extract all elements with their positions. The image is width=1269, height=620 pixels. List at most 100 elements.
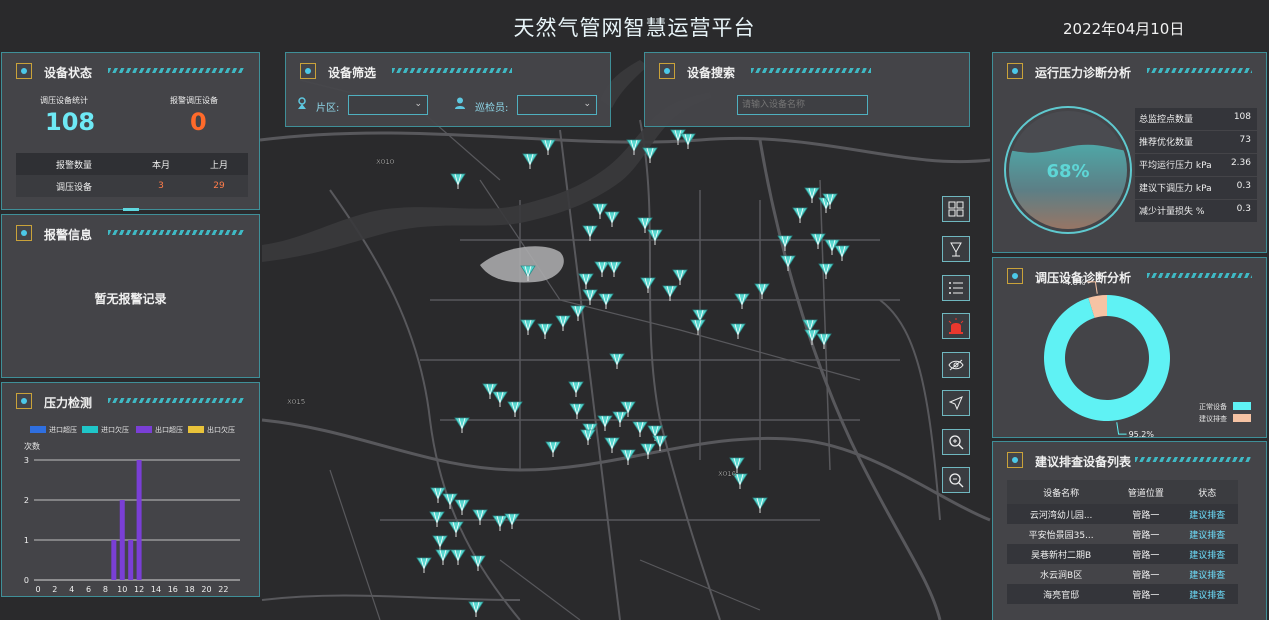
stat-label: 总监控点数量 bbox=[1139, 115, 1194, 125]
x-tick-label: 2 bbox=[52, 585, 57, 594]
panel-bullet-icon bbox=[659, 63, 675, 79]
alarm-device-label: 报警调压设备 bbox=[170, 96, 218, 105]
table-header: 报警数量 bbox=[55, 160, 92, 171]
inspector-select[interactable]: ⌄ bbox=[517, 95, 597, 115]
stat-value: 2.36 bbox=[1230, 158, 1251, 168]
map-road-label: X015 bbox=[287, 398, 305, 406]
pressure-bar bbox=[119, 500, 125, 580]
regulator-diagnosis-panel: 调压设备诊断分析 4.8% 95.2% 正常设备 建议排查 bbox=[992, 257, 1267, 439]
table-header: 上月 bbox=[209, 160, 228, 171]
y-tick-label: 1 bbox=[24, 536, 29, 545]
donut-slice-label: 95.2% bbox=[1129, 430, 1155, 439]
zoom-out-icon bbox=[949, 473, 964, 488]
pipe-location: 管路一 bbox=[1115, 584, 1177, 604]
stripe-decoration bbox=[1147, 68, 1252, 73]
liquid-fill-gauge: 68% bbox=[1004, 106, 1132, 234]
panel-title: 设备状态 bbox=[44, 66, 93, 80]
date-display: 2022年04月10日 bbox=[1063, 20, 1185, 38]
donut-slice bbox=[1044, 295, 1170, 421]
area-select[interactable]: ⌄ bbox=[348, 95, 428, 115]
pipe-location: 管路一 bbox=[1115, 504, 1177, 524]
person-icon bbox=[455, 97, 465, 109]
device-search-input[interactable] bbox=[737, 95, 868, 115]
pressure-diagnosis-panel: 运行压力诊断分析 68% 总监控点数量 108 推荐优化数量 73 平均运行压力 k… bbox=[992, 52, 1267, 253]
donut-slice-label: 4.8% bbox=[1065, 278, 1086, 287]
panel-title: 设备筛选 bbox=[328, 66, 377, 80]
suggested-device-table: 设备名称 管道位置 状态 云河湾幼儿园... 管路一 建议排查 平安怡景园35.… bbox=[1007, 480, 1238, 604]
table-row[interactable]: 平安怡景园35... 管路一 建议排查 bbox=[1007, 524, 1238, 544]
stripe-decoration bbox=[1135, 457, 1252, 462]
y-tick-label: 2 bbox=[24, 496, 29, 505]
map-road-label: X010 bbox=[376, 158, 394, 166]
stripe-decoration bbox=[108, 68, 245, 73]
status-link[interactable]: 建议排查 bbox=[1176, 504, 1238, 524]
panel-header: 设备搜索 bbox=[659, 63, 955, 81]
x-tick-label: 22 bbox=[218, 585, 228, 594]
legend-label: 建议排查 bbox=[1199, 415, 1227, 423]
layers-icon bbox=[948, 201, 964, 217]
donut-leader-line bbox=[1116, 422, 1127, 435]
x-tick-label: 16 bbox=[168, 585, 178, 594]
x-tick-label: 0 bbox=[35, 585, 40, 594]
alarm-count-table: 报警数量 本月 上月 调压设备 3 29 bbox=[16, 153, 248, 197]
regulator-count-label: 调压设备统计 bbox=[40, 96, 88, 105]
device-filter-panel: 设备筛选 片区: ⌄ 巡检员: ⌄ bbox=[285, 52, 611, 127]
pressure-panel: 压力检测 进口超压 进口欠压 出口超压 出口欠压 次数 0 1 2 3 0 2 4 6 8 10 1… bbox=[1, 382, 260, 597]
stat-row: 减少计量损失 % 0.3 bbox=[1135, 200, 1257, 222]
table-row[interactable]: 海亮官邸 管路一 建议排查 bbox=[1007, 584, 1238, 604]
panel-title: 报警信息 bbox=[44, 228, 93, 242]
locate-button[interactable] bbox=[942, 390, 970, 416]
table-header: 管道位置 bbox=[1115, 480, 1177, 504]
panel-title: 建议排查设备列表 bbox=[1035, 455, 1132, 469]
empty-alarm-text: 暂无报警记录 bbox=[94, 292, 167, 306]
device-name: 海亮官邸 bbox=[1007, 584, 1116, 604]
status-link[interactable]: 建议排查 bbox=[1176, 544, 1238, 564]
pipe-location: 管路一 bbox=[1132, 570, 1160, 581]
zoom-in-button[interactable] bbox=[942, 429, 970, 455]
visibility-button[interactable] bbox=[942, 352, 970, 378]
stat-value: 0.3 bbox=[1236, 204, 1251, 214]
table-row[interactable]: 昊巷新村二期B 管路一 建议排查 bbox=[1007, 544, 1238, 564]
chevron-down-icon: ⌄ bbox=[583, 99, 591, 109]
status-link[interactable]: 建议排查 bbox=[1177, 564, 1238, 584]
stat-label: 建议下调压力 kPa bbox=[1139, 184, 1212, 194]
legend-label: 正常设备 bbox=[1199, 403, 1227, 411]
pipe-location: 管路一 bbox=[1115, 544, 1177, 564]
panel-header: 报警信息 bbox=[16, 225, 245, 243]
x-tick-label: 20 bbox=[201, 585, 211, 594]
stripe-decoration bbox=[108, 230, 245, 235]
list-button[interactable] bbox=[942, 275, 970, 301]
stat-label: 减少计量损失 % bbox=[1139, 207, 1205, 217]
stat-row: 平均运行压力 kPa 2.36 bbox=[1135, 154, 1257, 176]
table-cell: 29 bbox=[213, 181, 225, 191]
legend-swatch bbox=[1233, 414, 1251, 422]
x-tick-label: 12 bbox=[134, 585, 144, 594]
alarm-device-value: 0 bbox=[190, 108, 207, 136]
panel-header: 设备筛选 bbox=[300, 63, 596, 81]
device-name: 昊巷新村二期B bbox=[1007, 544, 1116, 564]
stat-row: 总监控点数量 108 bbox=[1135, 108, 1257, 130]
stat-value: 0.3 bbox=[1236, 181, 1251, 191]
list-icon bbox=[949, 282, 963, 294]
marker-button[interactable] bbox=[942, 236, 970, 262]
location-pin-icon bbox=[298, 97, 306, 109]
status-link[interactable]: 建议排查 bbox=[1177, 524, 1238, 544]
stat-value: 108 bbox=[1233, 112, 1251, 122]
device-name: 云河湾幼儿园... bbox=[1007, 504, 1116, 524]
y-tick-label: 0 bbox=[24, 576, 29, 585]
alarm-button[interactable] bbox=[942, 313, 970, 339]
eye-off-icon bbox=[948, 359, 964, 371]
table-header: 设备名称 bbox=[1007, 480, 1116, 504]
alarm-info-panel: 报警信息 暂无报警记录 bbox=[1, 214, 260, 378]
panel-corner-decoration bbox=[122, 208, 139, 211]
table-row[interactable]: 云河湾幼儿园... 管路一 建议排查 bbox=[1007, 504, 1238, 524]
panel-bullet-icon bbox=[16, 63, 32, 79]
chevron-down-icon: ⌄ bbox=[414, 99, 422, 109]
pipe-location: 管路一 bbox=[1132, 530, 1160, 541]
layers-button[interactable] bbox=[942, 196, 970, 222]
status-link[interactable]: 建议排查 bbox=[1176, 584, 1238, 604]
x-tick-label: 14 bbox=[151, 585, 161, 594]
zoom-out-button[interactable] bbox=[942, 467, 970, 493]
table-row[interactable]: 水云涧B区 管路一 建议排查 bbox=[1007, 564, 1238, 584]
device-name: 平安怡景园35... bbox=[1028, 530, 1094, 541]
